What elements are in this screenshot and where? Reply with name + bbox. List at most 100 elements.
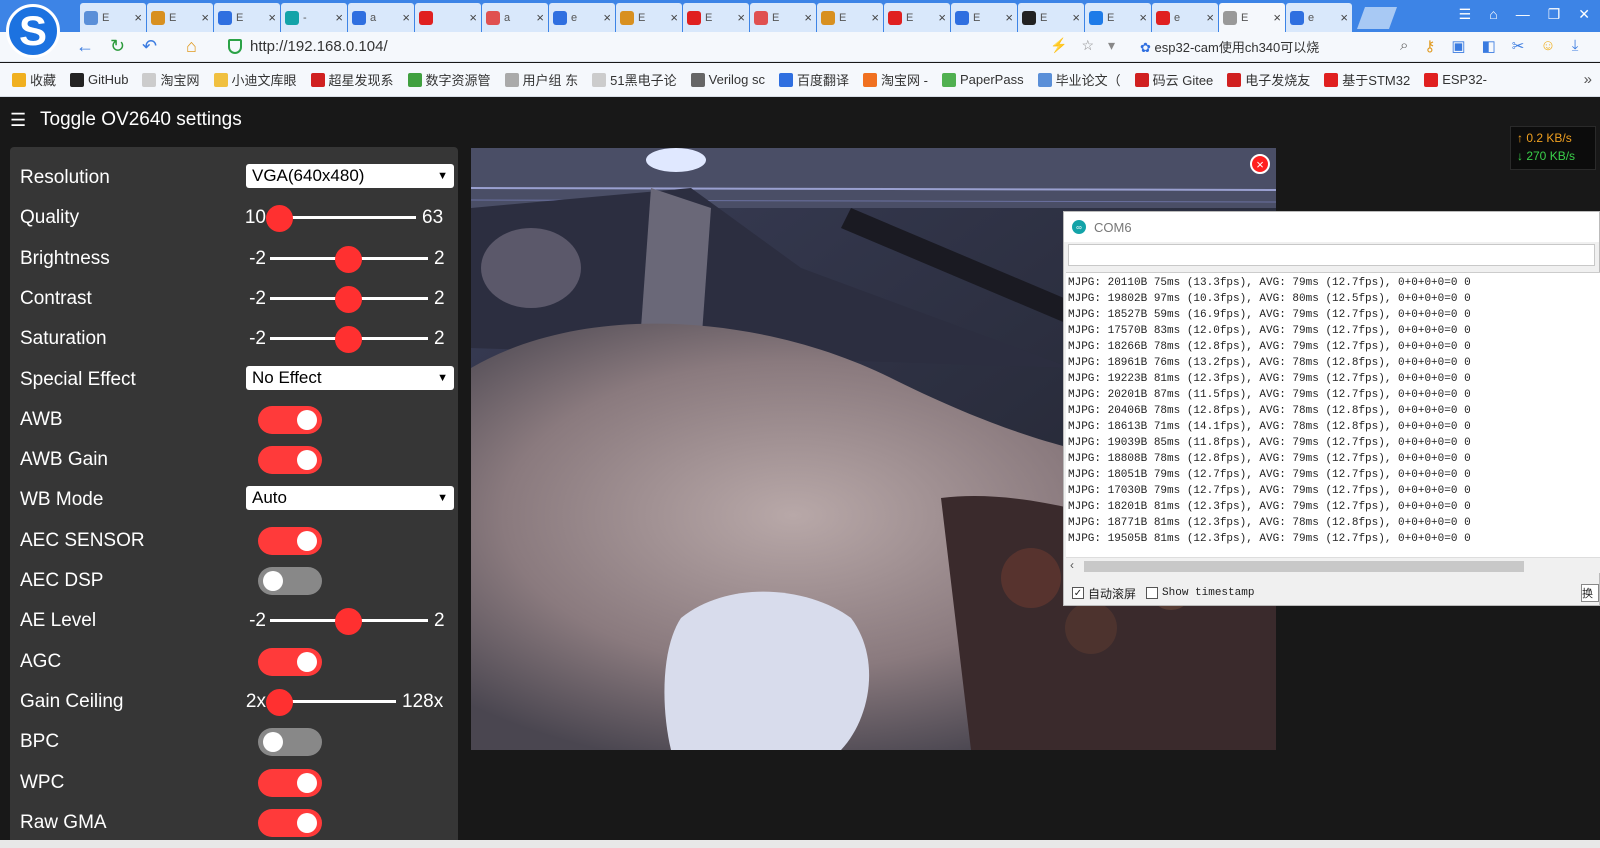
scissors-icon[interactable]: ✂ <box>1512 37 1525 55</box>
close-tab-icon[interactable]: × <box>268 10 276 25</box>
bookmark-item[interactable]: 电子发烧友 <box>1227 70 1310 89</box>
bookmark-item[interactable]: 小迪文库眼 <box>213 70 297 89</box>
bookmark-item[interactable]: 收藏 <box>12 70 56 89</box>
menu-icon[interactable]: ☰ <box>1459 6 1472 23</box>
key-icon[interactable]: ⚷ <box>1424 37 1435 55</box>
page-title[interactable]: Toggle OV2640 settings <box>40 109 242 131</box>
bookmark-item[interactable]: 毕业论文（ <box>1037 70 1121 89</box>
close-tab-icon[interactable]: × <box>871 10 879 25</box>
reload-icon[interactable]: ↻ <box>110 36 125 57</box>
tab-16[interactable]: e × <box>1152 3 1218 32</box>
smile-icon[interactable]: ☺ <box>1540 37 1555 55</box>
line-ending-button[interactable]: 换 <box>1581 584 1599 602</box>
scrollbar-thumb[interactable] <box>1084 561 1524 572</box>
wpc-toggle[interactable] <box>258 768 322 797</box>
resolution-select[interactable]: VGA(640x480) ▼ <box>246 164 454 188</box>
lightning-icon[interactable]: ⚡ <box>1050 37 1067 54</box>
tab-4[interactable]: a × <box>348 3 414 32</box>
slider-handle[interactable] <box>266 688 293 716</box>
hamburger-icon[interactable]: ☰ <box>10 110 26 131</box>
bpc-toggle[interactable] <box>258 728 322 757</box>
tab-6[interactable]: a × <box>482 3 548 32</box>
back-arrow-icon[interactable]: ← <box>76 36 94 57</box>
bookmark-item[interactable]: 超星发现系 <box>310 70 394 89</box>
close-tab-icon[interactable]: × <box>201 10 209 25</box>
browser-logo[interactable]: S <box>6 4 60 58</box>
minimize-icon[interactable]: — <box>1516 6 1530 23</box>
timestamp-checkbox[interactable] <box>1146 587 1159 599</box>
close-tab-icon[interactable]: × <box>1072 10 1080 25</box>
dropdown-icon[interactable]: ▾ <box>1108 37 1115 54</box>
tab-11[interactable]: E × <box>817 3 883 32</box>
download-icon[interactable]: ⤓ <box>1572 37 1579 55</box>
close-tab-icon[interactable]: × <box>1206 10 1214 25</box>
more-bookmarks-icon[interactable]: » <box>1584 71 1592 88</box>
bookmark-item[interactable]: PaperPass <box>941 72 1024 87</box>
bookmark-item[interactable]: GitHub <box>70 72 128 87</box>
close-window-icon[interactable]: ✕ <box>1578 6 1590 23</box>
translate-icon[interactable]: ▣ <box>1451 37 1465 55</box>
horizontal-scrollbar[interactable]: ‹ <box>1066 557 1600 573</box>
close-tab-icon[interactable]: × <box>402 10 410 25</box>
bookmark-item[interactable]: 淘宝网 <box>142 70 200 89</box>
aec-dsp-toggle[interactable] <box>258 567 322 595</box>
tab-15[interactable]: E × <box>1085 3 1151 32</box>
tab-9[interactable]: E × <box>683 3 749 32</box>
close-tab-icon[interactable]: × <box>1139 10 1147 25</box>
tab-13[interactable]: E × <box>951 3 1017 32</box>
bookmark-item[interactable]: 数字资源管 <box>407 70 491 89</box>
bookmark-item[interactable]: 码云 Gitee <box>1134 70 1213 89</box>
close-tab-icon[interactable]: × <box>134 10 142 25</box>
tab-2[interactable]: E × <box>214 3 280 32</box>
bookmark-item[interactable]: 淘宝网 - <box>863 70 928 89</box>
close-tab-icon[interactable]: × <box>938 10 946 25</box>
slider-handle[interactable] <box>335 285 362 313</box>
tab-10[interactable]: E × <box>750 3 816 32</box>
search-icon[interactable]: ⌕ <box>1400 37 1408 55</box>
bookmark-item[interactable]: 用户组 东 <box>504 70 578 89</box>
slider-handle[interactable] <box>335 608 362 636</box>
tab-3[interactable]: - × <box>281 3 347 32</box>
close-tab-icon[interactable]: × <box>603 10 611 25</box>
close-tab-icon[interactable]: × <box>335 10 343 25</box>
tab-17[interactable]: E × <box>1219 3 1285 32</box>
tab-1[interactable]: E × <box>147 3 213 32</box>
close-tab-icon[interactable]: × <box>469 10 477 25</box>
skin-icon[interactable]: ⌂ <box>1489 6 1497 23</box>
autoscroll-checkbox[interactable]: ✓ <box>1072 587 1084 599</box>
close-tab-icon[interactable]: × <box>670 10 678 25</box>
slider-handle[interactable] <box>335 326 362 354</box>
new-tab-button[interactable] <box>1356 7 1398 29</box>
close-tab-icon[interactable]: × <box>1273 10 1281 25</box>
tab-5[interactable]: × <box>415 3 481 32</box>
close-tab-icon[interactable]: × <box>1340 10 1348 25</box>
wb-mode-select[interactable]: Auto ▼ <box>246 486 454 511</box>
star-icon[interactable]: ☆ <box>1081 37 1094 54</box>
home-icon[interactable]: ⌂ <box>186 36 197 57</box>
tab-8[interactable]: E × <box>616 3 682 32</box>
bookmark-item[interactable]: 百度翻译 <box>779 70 849 89</box>
agc-toggle[interactable] <box>258 647 322 676</box>
tab-18[interactable]: e × <box>1286 3 1352 32</box>
bookmark-item[interactable]: Verilog sc <box>690 72 765 87</box>
close-tab-icon[interactable]: × <box>1005 10 1013 25</box>
undo-icon[interactable]: ↶ <box>142 36 157 57</box>
tab-14[interactable]: E × <box>1018 3 1084 32</box>
maximize-icon[interactable]: ❐ <box>1548 6 1561 23</box>
bookmark-item[interactable]: 基于STM32 <box>1324 70 1410 89</box>
special-effect-select[interactable]: No Effect ▼ <box>246 365 454 390</box>
slider-handle[interactable] <box>266 205 293 233</box>
close-stream-button[interactable]: × <box>1250 154 1270 174</box>
raw-gma-toggle[interactable] <box>258 808 322 837</box>
awb-toggle[interactable] <box>258 405 322 434</box>
tab-12[interactable]: E × <box>884 3 950 32</box>
close-tab-icon[interactable]: × <box>536 10 544 25</box>
aec-sensor-toggle[interactable] <box>258 526 322 555</box>
close-tab-icon[interactable]: × <box>737 10 745 25</box>
slider-handle[interactable] <box>335 245 362 273</box>
chevron-left-icon[interactable]: ‹ <box>1070 558 1074 572</box>
bookmark-item[interactable]: ESP32- <box>1424 72 1487 87</box>
awb-gain-toggle[interactable] <box>258 446 322 475</box>
close-tab-icon[interactable]: × <box>804 10 812 25</box>
search-input[interactable]: ✿ esp32-cam使用ch340可以烧 <box>1140 37 1360 56</box>
